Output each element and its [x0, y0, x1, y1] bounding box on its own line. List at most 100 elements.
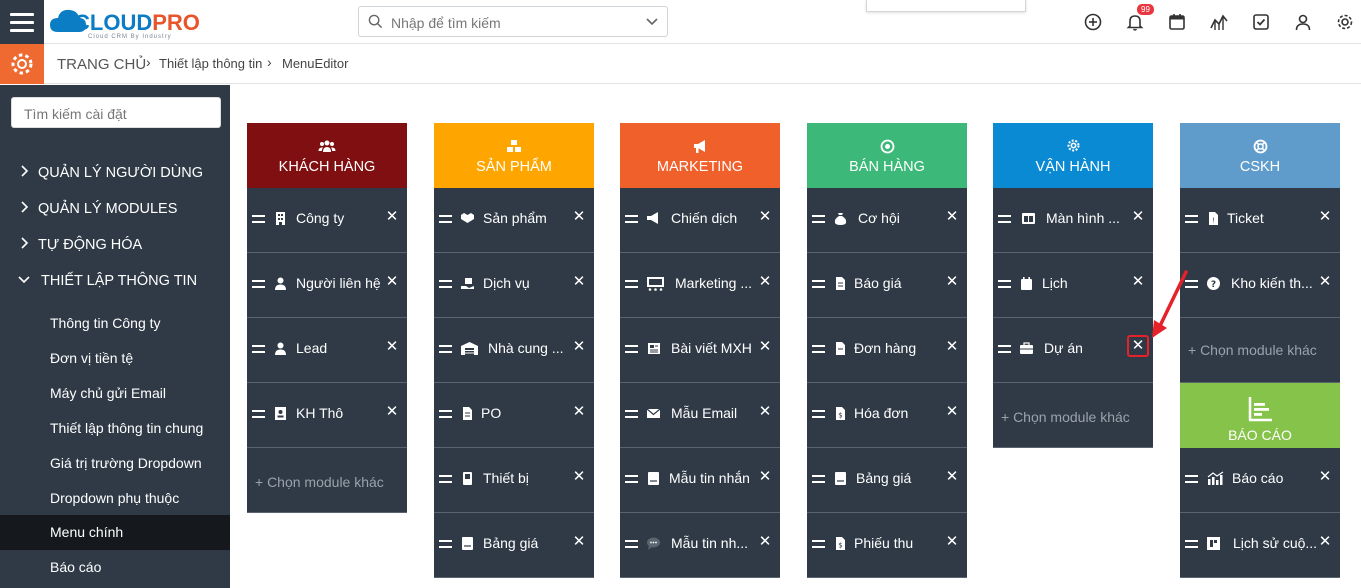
menu-row[interactable]: Bài viết MXH ✕ [620, 318, 780, 383]
add-circle-icon[interactable] [1083, 12, 1103, 32]
remove-module-button[interactable]: ✕ [385, 404, 399, 419]
drag-handle-icon[interactable] [439, 410, 452, 419]
drag-handle-icon[interactable] [1185, 540, 1198, 549]
add-module-row[interactable]: + Chọn module khác [247, 448, 407, 513]
drag-handle-icon[interactable] [252, 410, 265, 419]
menu-row[interactable]: ? Kho kiến th... ✕ [1180, 253, 1340, 318]
drag-handle-icon[interactable] [625, 215, 638, 224]
menu-row[interactable]: Mẫu tin nhắn ✕ [620, 448, 780, 513]
menu-row[interactable]: PO ✕ [434, 383, 594, 448]
drag-handle-icon[interactable] [812, 215, 825, 224]
drag-handle-icon[interactable] [625, 540, 638, 549]
drag-handle-icon[interactable] [1185, 215, 1198, 224]
remove-module-button[interactable]: ✕ [945, 534, 959, 549]
drag-handle-icon[interactable] [439, 345, 452, 354]
menu-row[interactable]: Chiến dịch ✕ [620, 188, 780, 253]
drag-handle-icon[interactable] [812, 280, 825, 289]
hamburger-menu-icon[interactable] [0, 0, 44, 44]
menu-row[interactable]: KH Thô ✕ [247, 383, 407, 448]
remove-module-button[interactable]: ✕ [945, 274, 959, 289]
remove-module-button[interactable]: ✕ [758, 534, 772, 549]
remove-module-button[interactable]: ✕ [572, 339, 586, 354]
remove-module-button[interactable]: ✕ [1318, 209, 1332, 224]
remove-module-button[interactable]: ✕ [572, 469, 586, 484]
menu-row[interactable]: Báo giá ✕ [807, 253, 967, 318]
menu-row[interactable]: ! Ticket ✕ [1180, 188, 1340, 253]
remove-module-button[interactable]: ✕ [1318, 534, 1332, 549]
menu-row[interactable]: Công ty ✕ [247, 188, 407, 253]
remove-module-button[interactable]: ✕ [572, 534, 586, 549]
remove-module-button[interactable]: ✕ [572, 404, 586, 419]
drag-handle-icon[interactable] [625, 345, 638, 354]
remove-module-button[interactable]: ✕ [1318, 274, 1332, 289]
drag-handle-icon[interactable] [998, 280, 1011, 289]
drag-handle-icon[interactable] [625, 475, 638, 484]
menu-row[interactable]: Lịch sử cuộ... ✕ [1180, 513, 1340, 578]
global-search-input[interactable]: Nhập để tìm kiếm [358, 6, 668, 37]
drag-handle-icon[interactable] [812, 540, 825, 549]
menu-row[interactable]: Marketing ... ✕ [620, 253, 780, 318]
remove-module-button[interactable]: ✕ [945, 339, 959, 354]
add-module-row[interactable]: + Chọn module khác [993, 383, 1153, 448]
menu-row[interactable]: Người liên hệ ✕ [247, 253, 407, 318]
menu-row[interactable]: Mẫu tin nh... ✕ [620, 513, 780, 578]
menu-row[interactable]: Thiết bị ✕ [434, 448, 594, 513]
remove-module-button[interactable]: ✕ [1131, 209, 1145, 224]
user-icon[interactable] [1293, 12, 1313, 32]
drag-handle-icon[interactable] [812, 475, 825, 484]
bell-icon[interactable] [1125, 12, 1145, 32]
remove-module-button[interactable]: ✕ [758, 209, 772, 224]
drag-handle-icon[interactable] [252, 345, 265, 354]
menu-row[interactable]: Dự án ✕ [993, 318, 1153, 383]
menu-row[interactable]: Lead ✕ [247, 318, 407, 383]
sidebar-item-email-server[interactable]: Máy chủ gửi Email [0, 376, 230, 411]
drag-handle-icon[interactable] [998, 345, 1011, 354]
drag-handle-icon[interactable] [439, 540, 452, 549]
drag-handle-icon[interactable] [1185, 475, 1198, 484]
sidebar-item-reports[interactable]: Báo cáo [0, 550, 230, 585]
settings-section-icon[interactable] [0, 44, 44, 84]
sidebar-item-main-menu[interactable]: Menu chính [0, 515, 230, 550]
remove-module-button[interactable]: ✕ [385, 209, 399, 224]
drag-handle-icon[interactable] [439, 280, 452, 289]
remove-module-button-highlighted[interactable]: ✕ [1127, 335, 1149, 357]
menu-row[interactable]: Báo cáo ✕ [1180, 448, 1340, 513]
remove-module-button[interactable]: ✕ [758, 339, 772, 354]
remove-module-button[interactable]: ✕ [385, 339, 399, 354]
drag-handle-icon[interactable] [439, 215, 452, 224]
menu-row[interactable]: $ Phiếu thu ✕ [807, 513, 967, 578]
sidebar-item-general-settings[interactable]: Thiết lập thông tin chung [0, 411, 230, 446]
settings-gear-icon[interactable] [1335, 12, 1355, 32]
add-module-row[interactable]: + Chọn module khác [1180, 318, 1340, 383]
sidebar-item-company-info[interactable]: Thông tin Công ty [0, 306, 230, 341]
drag-handle-icon[interactable] [812, 345, 825, 354]
drag-handle-icon[interactable] [625, 280, 638, 289]
remove-module-button[interactable]: ✕ [758, 404, 772, 419]
drag-handle-icon[interactable] [812, 410, 825, 419]
menu-row[interactable]: Sản phẩm ✕ [434, 188, 594, 253]
drag-handle-icon[interactable] [998, 215, 1011, 224]
menu-row[interactable]: Lịch ✕ [993, 253, 1153, 318]
menu-row[interactable]: Cơ hội ✕ [807, 188, 967, 253]
breadcrumb-home[interactable]: TRANG CHỦ [57, 56, 146, 73]
sidebar-item-dropdown-values[interactable]: Giá trị trường Dropdown [0, 446, 230, 481]
app-logo[interactable]: CLOUDPRO Cloud CRM By Industry [48, 4, 208, 40]
sidebar-group-modules[interactable]: QUẢN LÝ MODULES [0, 192, 230, 226]
remove-module-button[interactable]: ✕ [758, 469, 772, 484]
remove-module-button[interactable]: ✕ [945, 209, 959, 224]
remove-module-button[interactable]: ✕ [1318, 469, 1332, 484]
menu-row[interactable]: Màn hình ... ✕ [993, 188, 1153, 253]
menu-row[interactable]: Nhà cung ... ✕ [434, 318, 594, 383]
settings-search-input[interactable]: Tìm kiếm cài đặt [11, 97, 221, 128]
calendar-icon[interactable] [1167, 12, 1187, 32]
remove-module-button[interactable]: ✕ [945, 404, 959, 419]
breadcrumb-level1[interactable]: Thiết lập thông tin [159, 56, 262, 71]
menu-row[interactable]: Đơn hàng ✕ [807, 318, 967, 383]
remove-module-button[interactable]: ✕ [945, 469, 959, 484]
sidebar-group-automation[interactable]: TỰ ĐỘNG HÓA [0, 228, 230, 262]
menu-row[interactable]: $ Hóa đơn ✕ [807, 383, 967, 448]
sidebar-item-currency[interactable]: Đơn vị tiền tệ [0, 341, 230, 376]
drag-handle-icon[interactable] [625, 410, 638, 419]
remove-module-button[interactable]: ✕ [572, 274, 586, 289]
analytics-icon[interactable] [1209, 12, 1229, 32]
